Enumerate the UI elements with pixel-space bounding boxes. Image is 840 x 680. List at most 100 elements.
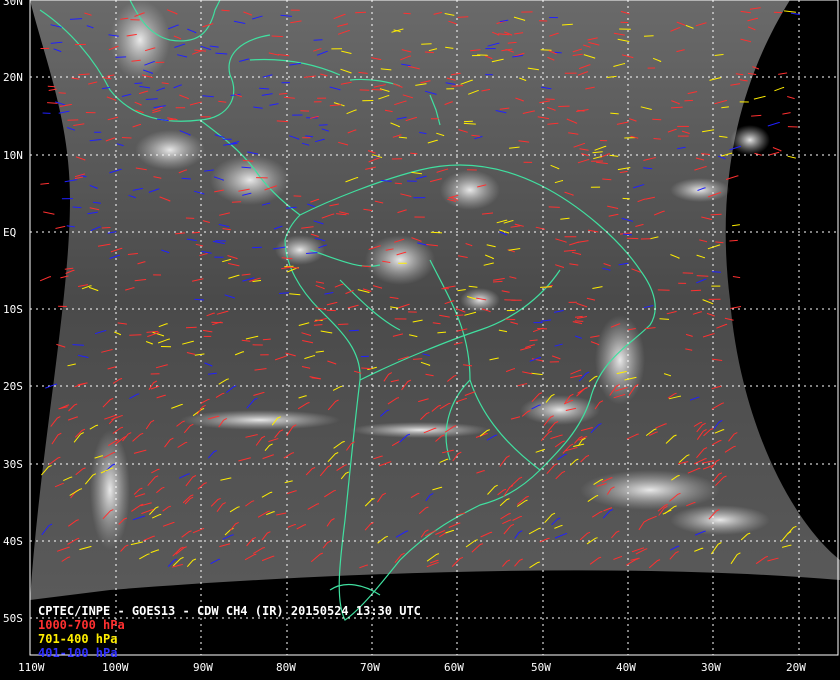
cloud-patch bbox=[365, 235, 435, 285]
lat-label-10n: 10N bbox=[3, 149, 23, 162]
cloud-patch bbox=[520, 395, 600, 425]
wind-barb bbox=[371, 89, 383, 91]
wind-barb bbox=[751, 114, 762, 117]
lon-label-30w: 30W bbox=[701, 661, 721, 674]
wind-barb bbox=[424, 51, 434, 54]
lat-label-40s: 40S bbox=[3, 535, 23, 548]
lat-label-20s: 20S bbox=[3, 380, 23, 393]
wind-barb bbox=[772, 147, 782, 152]
wind-barb bbox=[787, 96, 795, 100]
wind-barb bbox=[313, 324, 323, 326]
wind-barb bbox=[192, 231, 200, 234]
wind-barb bbox=[643, 35, 654, 37]
wind-barb bbox=[58, 92, 66, 94]
caption-title: CPTEC/INPE - GOES13 - CDW CH4 (IR) 20150… bbox=[38, 604, 421, 618]
wind-barb bbox=[271, 35, 284, 38]
lon-label-40w: 40W bbox=[616, 661, 636, 674]
map-caption: CPTEC/INPE - GOES13 - CDW CH4 (IR) 20150… bbox=[38, 604, 421, 660]
wind-barb bbox=[652, 118, 662, 121]
wind-barb bbox=[753, 95, 766, 100]
wind-barb bbox=[730, 306, 742, 309]
wind-barb bbox=[361, 367, 372, 370]
cloud-patch bbox=[110, 0, 170, 80]
cloud-patch bbox=[275, 235, 325, 265]
wind-barb bbox=[115, 56, 127, 58]
lat-label-50s: 50S bbox=[3, 612, 23, 625]
lon-label-70w: 70W bbox=[360, 661, 380, 674]
wind-barb bbox=[548, 206, 560, 208]
wind-barb bbox=[684, 99, 693, 102]
wind-barb bbox=[659, 318, 670, 320]
wind-barb bbox=[39, 276, 52, 282]
wind-barb bbox=[653, 138, 661, 140]
cloud-patch bbox=[580, 470, 720, 510]
wind-barb bbox=[787, 155, 796, 159]
cloud-patch bbox=[90, 430, 130, 550]
wind-barb bbox=[782, 112, 791, 115]
lon-label-80w: 80W bbox=[276, 661, 296, 674]
wind-barb bbox=[101, 227, 111, 229]
wind-barb bbox=[778, 72, 788, 75]
wind-barb bbox=[78, 73, 90, 76]
wind-barb bbox=[348, 329, 359, 332]
wind-barb bbox=[276, 120, 289, 123]
wind-barb bbox=[47, 102, 58, 104]
wind-barb bbox=[710, 213, 722, 216]
wind-barb bbox=[574, 320, 584, 322]
wind-barb bbox=[47, 85, 56, 88]
wind-barb bbox=[451, 85, 464, 87]
wind-barb bbox=[457, 16, 469, 18]
lon-label-60w: 60W bbox=[444, 661, 464, 674]
satellite-map-view: 30N 20N 10N EQ 10S 20S 30S 40S 50S 110W … bbox=[0, 0, 840, 680]
wind-barb bbox=[492, 280, 503, 283]
wind-barb bbox=[622, 197, 630, 200]
wind-barb bbox=[40, 182, 50, 185]
cloud-patch bbox=[135, 130, 205, 170]
lon-label-100w: 100W bbox=[102, 661, 129, 674]
cloud-patch bbox=[460, 288, 500, 312]
wind-barb bbox=[251, 246, 262, 249]
wind-barb bbox=[55, 225, 66, 229]
wind-barb bbox=[554, 51, 562, 54]
wind-barb bbox=[505, 318, 516, 321]
wind-barb bbox=[72, 344, 84, 346]
wind-barb bbox=[43, 211, 55, 215]
wind-barb bbox=[181, 177, 191, 180]
wind-barb bbox=[463, 122, 476, 125]
lon-label-90w: 90W bbox=[193, 661, 213, 674]
wind-barb bbox=[421, 43, 432, 45]
wind-barb bbox=[318, 124, 328, 126]
wind-barb bbox=[455, 314, 464, 316]
wind-barb bbox=[134, 82, 143, 84]
wind-barb bbox=[732, 276, 741, 279]
wind-barb bbox=[690, 289, 701, 292]
satellite-image bbox=[29, 0, 840, 656]
wind-barb bbox=[211, 321, 223, 324]
wind-barb bbox=[394, 182, 402, 185]
wind-barb bbox=[262, 338, 271, 341]
lat-label-eq: EQ bbox=[3, 226, 17, 239]
wind-barb bbox=[185, 326, 197, 329]
lon-label-110w: 110W bbox=[18, 661, 45, 674]
wind-barb bbox=[313, 39, 323, 41]
wind-barb bbox=[711, 271, 721, 273]
legend-high-level: 401-100 hPa bbox=[38, 646, 118, 660]
wind-barb bbox=[129, 334, 142, 336]
lat-label-30s: 30S bbox=[3, 458, 23, 471]
wind-barb bbox=[121, 137, 132, 139]
lat-label-30n: 30N bbox=[3, 0, 23, 8]
wind-barb bbox=[783, 10, 796, 13]
lat-label-20n: 20N bbox=[3, 71, 23, 84]
wind-barb bbox=[624, 137, 636, 139]
wind-barb bbox=[774, 86, 785, 92]
legend-mid-level: 701-400 hPa bbox=[38, 632, 118, 646]
wind-barb bbox=[430, 231, 443, 234]
wind-barb bbox=[729, 239, 738, 242]
wind-barb bbox=[338, 323, 349, 325]
wind-barb bbox=[767, 122, 780, 127]
wind-barb bbox=[602, 178, 612, 181]
cloud-patch bbox=[595, 315, 645, 405]
lat-label-10s: 10S bbox=[3, 303, 23, 316]
cloud-patch bbox=[670, 505, 770, 535]
wind-barb bbox=[72, 206, 82, 209]
